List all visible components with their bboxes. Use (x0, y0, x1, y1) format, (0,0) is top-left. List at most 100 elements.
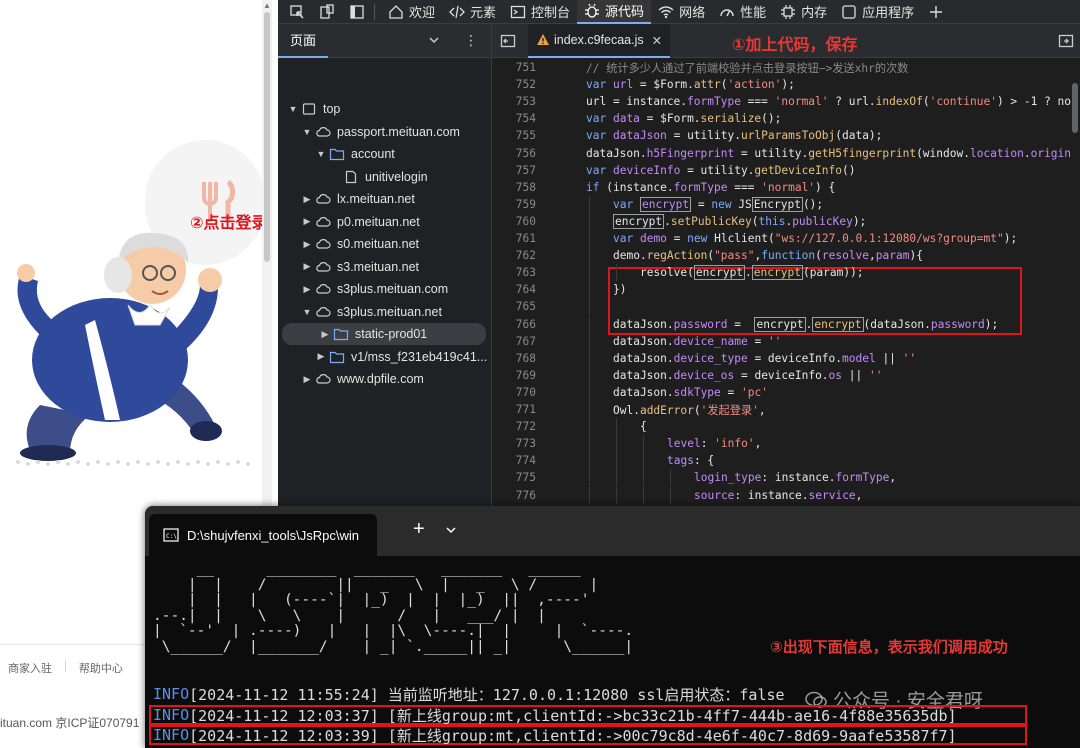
line-number[interactable]: 756 (492, 147, 536, 160)
code-line: 761 var demo = new Hlclient("ws://127.0.0… (492, 230, 1080, 247)
expanded-triangle-icon[interactable]: ▼ (314, 149, 328, 159)
line-number[interactable]: 762 (492, 249, 536, 262)
tree-item[interactable]: ▶ p0.meituan.net (278, 211, 490, 233)
inspect-icon[interactable] (286, 1, 308, 23)
tab-console[interactable]: 控制台 (503, 0, 577, 24)
line-number[interactable]: 757 (492, 164, 536, 177)
indent-guide (589, 212, 590, 230)
terminal-tab[interactable]: C:\ D:\shujvfenxi_tools\JsRpc\win (149, 514, 377, 556)
indent-guide (589, 418, 590, 436)
line-number[interactable]: 761 (492, 232, 536, 245)
code-line: 767 dataJson.device_name = '' (492, 332, 1080, 350)
line-number[interactable]: 776 (492, 489, 536, 502)
tab-label: 元素 (470, 5, 497, 20)
collapsed-triangle-icon[interactable]: ▶ (300, 374, 314, 385)
tree-item-label: s3plus.meituan.com (337, 282, 449, 296)
chevron-down-icon[interactable] (445, 524, 457, 539)
tree-item[interactable]: ▶ www.dpfile.com (278, 368, 490, 390)
cloud-icon (314, 259, 332, 275)
tab-elements[interactable]: 元素 (442, 0, 503, 24)
expanded-triangle-icon[interactable]: ▼ (300, 127, 314, 137)
footer-link-merchant[interactable]: 商家入驻 (8, 660, 52, 676)
collapsed-triangle-icon[interactable]: ▶ (300, 284, 314, 295)
new-tab-icon[interactable]: + (413, 518, 425, 541)
indent-guide (589, 332, 590, 350)
more-tabs-button[interactable] (921, 0, 951, 24)
line-number[interactable]: 764 (492, 283, 536, 296)
line-number[interactable]: 772 (492, 420, 536, 433)
expanded-triangle-icon[interactable]: ▼ (286, 104, 300, 114)
collapsed-triangle-icon[interactable]: ▶ (300, 194, 314, 205)
tree-item[interactable]: ▼ passport.meituan.com (278, 121, 490, 143)
line-number[interactable]: 771 (492, 403, 536, 416)
line-number[interactable]: 760 (492, 215, 536, 228)
line-number[interactable]: 752 (492, 78, 536, 91)
line-number[interactable]: 754 (492, 112, 536, 125)
line-number[interactable]: 775 (492, 471, 536, 484)
tree-item[interactable]: ▶ v1/mss_f231eb419c41... (278, 346, 490, 368)
line-number[interactable]: 753 (492, 95, 536, 108)
code-text: Owl.addError('发起登录', (613, 403, 766, 417)
editor-scroll-thumb[interactable] (1072, 83, 1078, 133)
collapsed-triangle-icon[interactable]: ▶ (300, 216, 314, 227)
line-number[interactable]: 755 (492, 129, 536, 142)
tree-item[interactable]: ▶ static-prod01 (282, 323, 486, 345)
indent-guide (589, 452, 590, 470)
line-number[interactable]: 758 (492, 181, 536, 194)
line-number[interactable]: 768 (492, 352, 536, 365)
mascot-illustration (17, 232, 222, 461)
line-number[interactable]: 770 (492, 386, 536, 399)
tree-item[interactable]: ▼ top (278, 98, 490, 120)
tree-item-label: unitivelogin (365, 169, 428, 184)
code-line: 755 var dataJson = utility.urlParamsToObj… (492, 127, 1080, 144)
footer-link-help[interactable]: 帮助中心 (79, 660, 123, 676)
line-number[interactable]: 773 (492, 437, 536, 450)
tree-item[interactable]: ▼ s3plus.meituan.net (278, 301, 490, 323)
editor-file-tab[interactable]: index.c9fecaa.js ✕ (528, 24, 671, 58)
line-number[interactable]: 774 (492, 454, 536, 467)
code-text: dataJson.sdkType = 'pc' (613, 385, 768, 399)
collapsed-triangle-icon[interactable]: ▶ (300, 239, 314, 250)
tab-page[interactable]: 页面 (278, 24, 329, 58)
tree-item[interactable]: ▶ s3plus.meituan.com (278, 278, 490, 300)
tree-item[interactable]: ▶ lx.meituan.net (278, 188, 490, 210)
expanded-triangle-icon[interactable]: ▼ (300, 307, 314, 317)
tree-item[interactable]: ▶ s0.meituan.net (278, 233, 490, 255)
tab-memory[interactable]: 内存 (773, 0, 834, 24)
devtools-toolbar: 欢迎 元素 控制台 源代码 网络 性能 内存 应用程序 (278, 0, 1080, 24)
code-text: dataJson.device_name = '' (613, 334, 782, 348)
line-number[interactable]: 766 (492, 318, 536, 331)
tab-performance[interactable]: 性能 (712, 0, 773, 24)
tab-welcome[interactable]: 欢迎 (381, 0, 442, 24)
sidebar-header: 页面 ⋮ (278, 24, 491, 58)
tree-item[interactable]: ▶ s3.meituan.net (278, 256, 490, 278)
collapsed-triangle-icon[interactable]: ▶ (318, 329, 332, 340)
line-number[interactable]: 769 (492, 369, 536, 382)
line-number[interactable]: 759 (492, 198, 536, 211)
collapsed-triangle-icon[interactable]: ▶ (314, 351, 328, 362)
navigator-toggle-icon[interactable] (500, 33, 516, 54)
tree-item[interactable]: unitivelogin (278, 166, 490, 188)
tree-item-label: s3.meituan.net (337, 259, 419, 274)
line-number[interactable]: 751 (492, 61, 536, 74)
line-number[interactable]: 763 (492, 266, 536, 279)
indent-guide (616, 435, 617, 453)
debugger-toggle-icon[interactable] (1058, 33, 1074, 54)
collapsed-triangle-icon[interactable]: ▶ (300, 261, 314, 272)
device-toggle-icon[interactable] (316, 1, 338, 23)
line-number[interactable]: 767 (492, 335, 536, 348)
chevron-down-icon[interactable] (428, 33, 440, 51)
scroll-thumb[interactable] (264, 12, 270, 262)
line-number[interactable]: 765 (492, 300, 536, 313)
tab-network[interactable]: 网络 (651, 0, 712, 24)
tab-sources[interactable]: 源代码 (577, 0, 652, 24)
folder-icon (328, 349, 346, 365)
sidebar-dock-icon[interactable] (346, 1, 368, 23)
tree-item[interactable]: ▼ account (278, 143, 490, 165)
more-options-icon[interactable]: ⋮ (464, 32, 478, 49)
code-text: url = instance.formType === 'normal' ? u… (586, 95, 1078, 109)
close-icon[interactable]: ✕ (652, 33, 662, 48)
tab-application[interactable]: 应用程序 (834, 0, 921, 24)
editor-scrollbar[interactable] (1070, 58, 1080, 528)
scroll-up-icon[interactable]: ▲ (263, 1, 271, 10)
